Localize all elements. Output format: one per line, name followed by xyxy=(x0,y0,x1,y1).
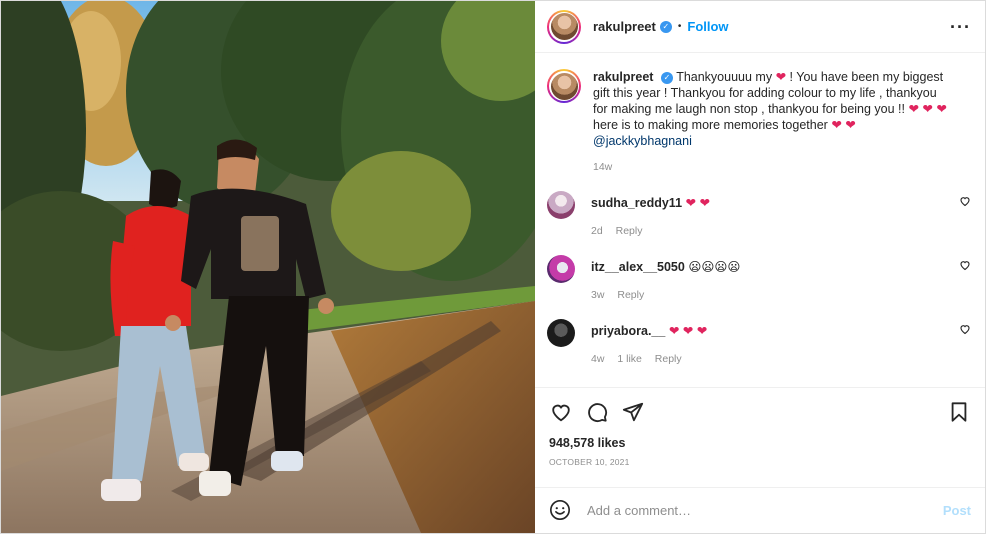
comment-avatar[interactable] xyxy=(547,255,575,283)
comment-input[interactable] xyxy=(587,503,943,518)
share-icon[interactable] xyxy=(621,400,645,424)
post-photo-illustration xyxy=(1,1,535,533)
comment-time[interactable]: 2d xyxy=(591,225,603,237)
reply-button[interactable]: Reply xyxy=(655,353,682,365)
caption-part-3: here is to making more memories together xyxy=(593,118,828,132)
add-comment-bar: Post xyxy=(535,487,985,533)
comment-item: itz__alex__5050 😦😦😦😦 3w Reply xyxy=(547,255,971,303)
comment-item: sudha_reddy11 ❤ ❤ 2d Reply xyxy=(547,191,971,239)
mention-link[interactable]: @jackkybhagnani xyxy=(593,134,692,148)
hearts-emoji: ❤ ❤ xyxy=(831,118,856,132)
follow-button[interactable]: Follow xyxy=(687,19,728,34)
comment-like-icon[interactable] xyxy=(959,195,971,207)
post-header: rakulpreet ✓ • Follow ··· xyxy=(535,1,985,53)
heart-emoji: ❤ xyxy=(775,70,787,84)
verified-badge-icon: ✓ xyxy=(660,71,673,84)
comment-text: 😦😦😦😦 xyxy=(688,260,741,274)
comment-avatar[interactable] xyxy=(547,191,575,219)
comment-likes[interactable]: 1 like xyxy=(617,353,642,365)
heart-icon[interactable] xyxy=(549,400,573,424)
comment-like-icon[interactable] xyxy=(959,259,971,271)
reply-button[interactable]: Reply xyxy=(617,289,644,301)
hearts-emoji: ❤ ❤ ❤ xyxy=(908,102,947,116)
comment-username[interactable]: priyabora.__ xyxy=(591,324,665,338)
post-comment-button[interactable]: Post xyxy=(943,503,971,518)
comment-item: priyabora.__ ❤ ❤ ❤ 4w 1 like Reply xyxy=(547,319,971,367)
verified-badge-icon: ✓ xyxy=(659,20,672,33)
likes-count[interactable]: 948,578 likes xyxy=(535,436,985,450)
avatar-image xyxy=(550,13,578,40)
action-bar xyxy=(535,388,985,436)
author-username[interactable]: rakulpreet xyxy=(593,19,656,34)
more-options-icon[interactable]: ··· xyxy=(950,18,971,36)
reply-button[interactable]: Reply xyxy=(616,225,643,237)
comments-list[interactable]: rakulpreet ✓ Thankyouuuu my ❤ ! You have… xyxy=(535,53,985,387)
comment-text: ❤ ❤ xyxy=(685,196,710,210)
comment-text: ❤ ❤ ❤ xyxy=(668,324,708,338)
comment-time[interactable]: 3w xyxy=(591,289,604,301)
instagram-post: rakulpreet ✓ • Follow ··· rakulpreet ✓ T… xyxy=(0,0,986,534)
caption-time[interactable]: 14w xyxy=(593,159,953,175)
post-photo[interactable] xyxy=(1,1,535,533)
comment-time[interactable]: 4w xyxy=(591,353,604,365)
separator-dot: • xyxy=(677,21,682,32)
caption-part-1: Thankyouuuu my xyxy=(676,70,773,84)
post-caption: rakulpreet ✓ Thankyouuuu my ❤ ! You have… xyxy=(547,69,971,175)
caption-username[interactable]: rakulpreet xyxy=(593,70,653,84)
avatar-image xyxy=(550,72,578,100)
comment-username[interactable]: sudha_reddy11 xyxy=(591,196,682,210)
caption-text: rakulpreet ✓ Thankyouuuu my ❤ ! You have… xyxy=(593,69,953,175)
post-side-panel: rakulpreet ✓ • Follow ··· rakulpreet ✓ T… xyxy=(535,1,985,533)
comment-username[interactable]: itz__alex__5050 xyxy=(591,260,685,274)
bookmark-icon[interactable] xyxy=(947,400,971,424)
comment-like-icon[interactable] xyxy=(959,323,971,335)
comment-icon[interactable] xyxy=(585,400,609,424)
author-avatar[interactable] xyxy=(547,9,581,44)
caption-avatar[interactable] xyxy=(547,69,581,103)
comment-avatar[interactable] xyxy=(547,319,575,347)
emoji-icon[interactable] xyxy=(549,499,573,523)
post-date[interactable]: OCTOBER 10, 2021 xyxy=(535,450,985,467)
